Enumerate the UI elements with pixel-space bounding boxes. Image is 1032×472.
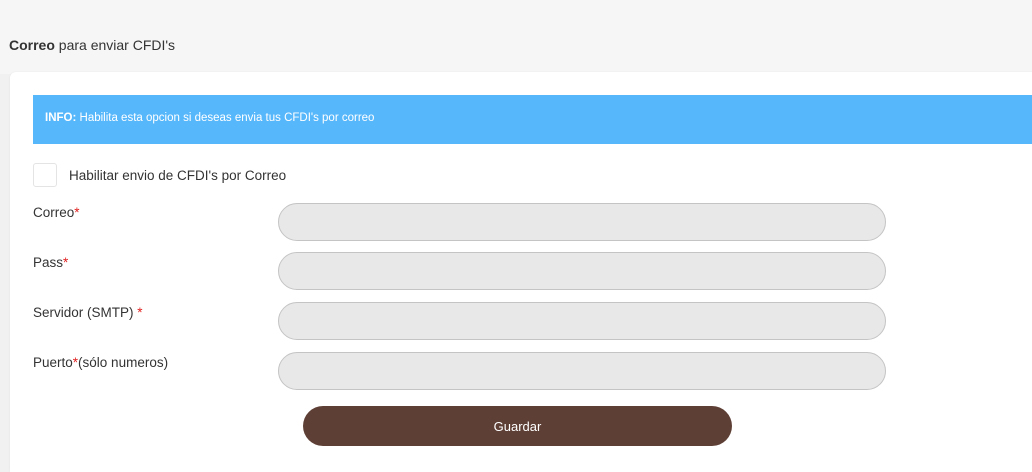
- info-banner: INFO: Habilita esta opcion si deseas env…: [33, 95, 1032, 144]
- save-button[interactable]: Guardar: [303, 406, 732, 446]
- pass-label-text: Pass: [33, 255, 64, 270]
- email-field[interactable]: [278, 203, 886, 241]
- smtp-label-text: Servidor (SMTP): [33, 305, 138, 320]
- enable-email-checkbox[interactable]: [33, 163, 57, 187]
- pass-required-mark: *: [63, 255, 69, 270]
- enable-email-label[interactable]: Habilitar envio de CFDI's por Correo: [69, 168, 286, 183]
- info-text: INFO: Habilita esta opcion si deseas env…: [45, 112, 374, 124]
- page-title: Correo para enviar CFDI's: [9, 37, 175, 53]
- email-label: Correo*: [33, 205, 80, 220]
- page-header: Correo para enviar CFDI's: [0, 0, 1032, 74]
- info-message: Habilita esta opcion si deseas envia tus…: [76, 112, 375, 124]
- pass-field[interactable]: [278, 252, 886, 290]
- email-settings-card: INFO: Habilita esta opcion si deseas env…: [10, 72, 1032, 472]
- port-label-suffix: (sólo numeros): [78, 355, 169, 370]
- pass-label: Pass*: [33, 255, 68, 270]
- smtp-server-field[interactable]: [278, 302, 886, 340]
- smtp-required-mark: *: [137, 305, 143, 320]
- email-required-mark: *: [74, 205, 80, 220]
- port-field[interactable]: [278, 352, 886, 390]
- email-label-text: Correo: [33, 205, 75, 220]
- info-prefix: INFO:: [45, 112, 77, 124]
- page-title-bold: Correo: [9, 37, 55, 53]
- port-label: Puerto*(sólo numeros): [33, 355, 168, 370]
- page-title-rest: para enviar CFDI's: [54, 37, 176, 53]
- smtp-label: Servidor (SMTP) *: [33, 305, 143, 320]
- port-label-text: Puerto: [33, 355, 73, 370]
